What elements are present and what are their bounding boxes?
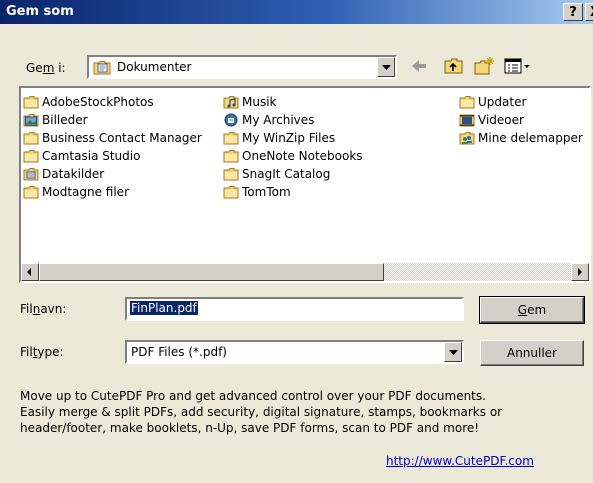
folder-icon: [223, 167, 239, 181]
up-folder-icon[interactable]: [443, 56, 465, 76]
location-dropdown[interactable]: Dokumenter: [87, 55, 397, 79]
cutepdf-link[interactable]: http://www.CutePDF.com: [386, 454, 534, 468]
chevron-down-icon: [382, 65, 391, 70]
promo-text: Move up to CutePDF Pro and get advanced …: [20, 388, 580, 436]
horizontal-scrollbar[interactable]: [21, 263, 589, 281]
music-folder-icon: [223, 96, 239, 109]
filename-value: FinPlan.pdf: [130, 301, 198, 315]
title-bar[interactable]: Gem som ? X: [0, 0, 593, 24]
filetype-label: Filtype:: [20, 345, 64, 359]
shared-folder-icon: [459, 132, 475, 145]
filetype-dropdown-button[interactable]: [444, 342, 462, 362]
promo-line: Easily merge & split PDFs, add security,…: [20, 405, 503, 419]
filename-input[interactable]: FinPlan.pdf: [125, 297, 464, 321]
documents-folder-icon: [93, 61, 111, 75]
folder-icon: [223, 149, 239, 163]
location-dropdown-button[interactable]: [377, 57, 395, 77]
promo-line: header/footer, make booklets, n-Up, save…: [20, 421, 480, 435]
new-folder-icon[interactable]: [473, 56, 495, 76]
pictures-folder-icon: [23, 114, 39, 127]
arrow-right-icon: [578, 268, 582, 276]
cancel-button[interactable]: Annuller: [480, 340, 584, 366]
view-menu-icon[interactable]: [503, 56, 535, 76]
chevron-down-icon: [449, 350, 458, 355]
filetype-value: PDF Files (*.pdf): [131, 345, 227, 359]
scroll-right-button[interactable]: [571, 263, 589, 281]
save-as-dialog: Gem som ? X Gem i: Dokumenter: [0, 0, 593, 483]
location-label: Gem i:: [26, 61, 66, 75]
folder-icon: [223, 185, 239, 199]
promo-line: Move up to CutePDF Pro and get advanced …: [20, 389, 486, 403]
filename-label: Filnavn:: [20, 302, 67, 316]
scroll-thumb[interactable]: [39, 263, 384, 281]
arrow-left-icon: [27, 268, 31, 276]
scroll-track[interactable]: [384, 263, 571, 281]
back-arrow-icon[interactable]: [408, 56, 430, 76]
folder-icon: [23, 185, 39, 199]
window-title: Gem som: [6, 4, 74, 19]
folder-icon: [459, 95, 475, 109]
folder-icon: [23, 149, 39, 163]
close-button[interactable]: X: [585, 3, 593, 21]
folder-icon: [223, 131, 239, 145]
scroll-left-button[interactable]: [21, 263, 39, 281]
folder-icon: [23, 95, 39, 109]
archive-icon: [224, 113, 238, 127]
location-value: Dokumenter: [117, 60, 192, 74]
save-button[interactable]: Gem: [479, 296, 585, 324]
video-folder-icon: [459, 114, 475, 127]
file-list[interactable]: AdobeStockPhotos Billeder Business Conta…: [19, 86, 591, 283]
filetype-dropdown[interactable]: PDF Files (*.pdf): [125, 340, 464, 364]
datasource-folder-icon: [23, 168, 39, 181]
help-button[interactable]: ?: [563, 3, 583, 21]
folder-icon: [23, 131, 39, 145]
